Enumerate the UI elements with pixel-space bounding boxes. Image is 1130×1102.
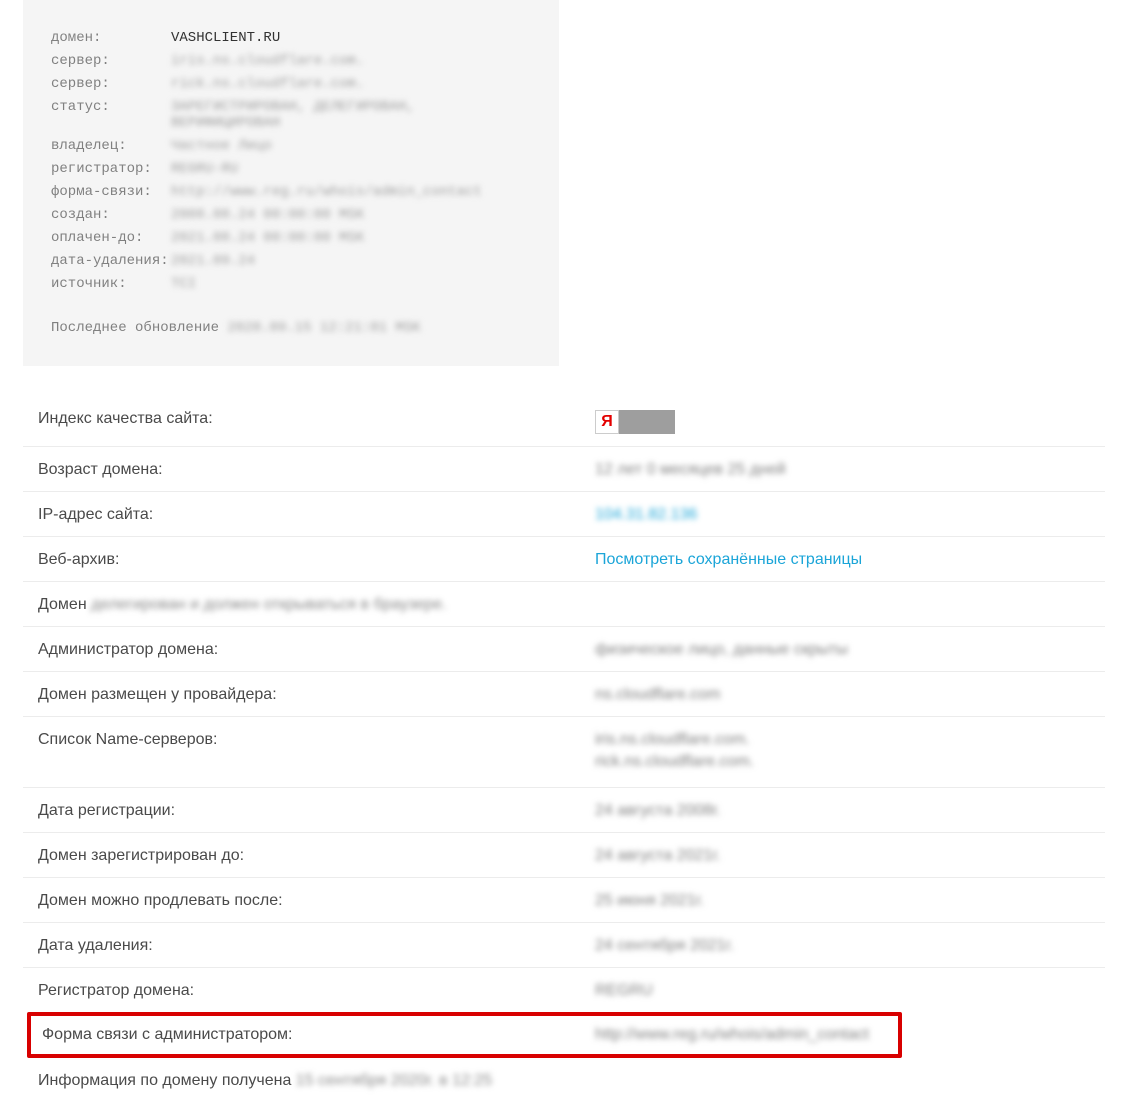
info-label: Администратор домена: [38, 641, 595, 659]
whois-box: домен: VASHCLIENT.RU сервер: iris.ns.clo… [23, 0, 559, 366]
info-value: ns.cloudflare.com [595, 686, 720, 704]
info-label: Дата регистрации: [38, 802, 595, 820]
whois-row-delete-date: дата-удаления: 2021.09.24 [51, 253, 531, 269]
info-value: физическое лицо, данные скрыты [595, 641, 848, 659]
whois-row-registrar: регистратор: REGRU-RU [51, 161, 531, 177]
obtained-prefix: Информация по домену получена [38, 1072, 291, 1089]
info-label: Информация по домену получена 15 сентябр… [38, 1072, 492, 1090]
info-row-ip: IP-адрес сайта: 104.31.82.136 [23, 492, 1105, 537]
info-value: 24 сентября 2021г. [595, 937, 734, 955]
info-value: REGRU [595, 982, 653, 1000]
whois-row-contact-form: форма-связи: http://www.reg.ru/whois/adm… [51, 184, 531, 200]
info-table: Индекс качества сайта: Я Возраст домена:… [23, 396, 1105, 1012]
info-value-ip[interactable]: 104.31.82.136 [595, 506, 697, 524]
whois-label: регистратор: [51, 161, 171, 177]
ns-value-1: iris.ns.cloudflare.com. [595, 731, 754, 749]
info-row-provider: Домен размещен у провайдера: ns.cloudfla… [23, 672, 1105, 717]
info-label: IP-адрес сайта: [38, 506, 595, 524]
whois-label: владелец: [51, 138, 171, 154]
whois-label: сервер: [51, 76, 171, 92]
info-table-footer: Информация по домену получена 15 сентябр… [23, 1058, 1105, 1102]
whois-footer: Последнее обновление 2020.09.15 12:21:01… [51, 320, 531, 336]
info-row-admin: Администратор домена: физическое лицо, д… [23, 627, 1105, 672]
whois-row-created: создан: 2008.08.24 00:00:00 MSK [51, 207, 531, 223]
whois-label: домен: [51, 30, 171, 46]
info-label: Веб-архив: [38, 551, 595, 569]
info-label: Форма связи с администратором: [42, 1026, 595, 1044]
info-row-delete: Дата удаления: 24 сентября 2021г. [23, 923, 1105, 968]
info-value: 25 июня 2021г. [595, 892, 704, 910]
whois-value: 2008.08.24 00:00:00 MSK [171, 207, 364, 223]
whois-value: Частное Лицо [171, 138, 272, 154]
whois-value: TCI [171, 276, 196, 292]
yandex-logo-icon: Я [595, 410, 619, 434]
yandex-bar-icon [619, 410, 675, 434]
info-row-age: Возраст домена: 12 лет 0 месяцев 25 дней [23, 447, 1105, 492]
whois-row-owner: владелец: Частное Лицо [51, 138, 531, 154]
info-value-quality: Я [595, 410, 675, 434]
whois-row-paid-till: оплачен-до: 2021.08.24 00:00:00 MSK [51, 230, 531, 246]
whois-label: статус: [51, 99, 171, 131]
web-archive-link[interactable]: Посмотреть сохранённые страницы [595, 551, 862, 569]
info-row-quality: Индекс качества сайта: Я [23, 396, 1105, 447]
info-value: 24 августа 2021г. [595, 847, 721, 865]
info-row-registrar: Регистратор домена: REGRU [23, 968, 1105, 1012]
whois-label: дата-удаления: [51, 253, 171, 269]
yandex-badge: Я [595, 410, 675, 434]
info-label: Домен зарегистрирован до: [38, 847, 595, 865]
info-row-renew-after: Домен можно продлевать после: 25 июня 20… [23, 878, 1105, 923]
info-label: Регистратор домена: [38, 982, 595, 1000]
info-row-reg-date: Дата регистрации: 24 августа 2008г. [23, 788, 1105, 833]
whois-label: форма-связи: [51, 184, 171, 200]
whois-value: iris.ns.cloudflare.com. [171, 53, 364, 69]
domain-status-suffix: делегирован и должен открываться в брауз… [91, 596, 446, 613]
info-row-archive: Веб-архив: Посмотреть сохранённые страни… [23, 537, 1105, 582]
whois-footer-value: 2020.09.15 12:21:01 MSK [227, 320, 420, 336]
info-label: Домен делегирован и должен открываться в… [38, 596, 447, 614]
whois-label: создан: [51, 207, 171, 223]
whois-row-source: источник: TCI [51, 276, 531, 292]
info-row-contact-highlighted: Форма связи с администратором: http://ww… [27, 1012, 902, 1058]
info-value: 24 августа 2008г. [595, 802, 721, 820]
whois-row-server2: сервер: rick.ns.cloudflare.com. [51, 76, 531, 92]
obtained-suffix: 15 сентября 2020г. в 12:25 [296, 1072, 492, 1089]
whois-row-domain: домен: VASHCLIENT.RU [51, 30, 531, 46]
info-value: 12 лет 0 месяцев 25 дней [595, 461, 786, 479]
domain-status-prefix: Домен [38, 596, 87, 613]
whois-value: ЗАРЕГИСТРИРОВАН, ДЕЛЕГИРОВАН, ВЕРИФИЦИРО… [171, 99, 531, 131]
info-row-obtained: Информация по домену получена 15 сентябр… [23, 1058, 1105, 1102]
info-label: Дата удаления: [38, 937, 595, 955]
info-value-ns: iris.ns.cloudflare.com. rick.ns.cloudfla… [595, 731, 754, 775]
whois-value: 2021.08.24 00:00:00 MSK [171, 230, 364, 246]
info-row-domain-status: Домен делегирован и должен открываться в… [23, 582, 1105, 627]
info-label: Домен можно продлевать после: [38, 892, 595, 910]
whois-value: 2021.09.24 [171, 253, 255, 269]
whois-footer-label: Последнее обновление [51, 320, 219, 336]
whois-label: оплачен-до: [51, 230, 171, 246]
whois-value: rick.ns.cloudflare.com. [171, 76, 364, 92]
info-label: Индекс качества сайта: [38, 410, 595, 428]
info-label: Список Name-серверов: [38, 731, 595, 749]
whois-label: источник: [51, 276, 171, 292]
info-value-contact: http://www.reg.ru/whois/admin_contact [595, 1026, 869, 1044]
whois-value: REGRU-RU [171, 161, 238, 177]
info-label: Возраст домена: [38, 461, 595, 479]
ns-value-2: rick.ns.cloudflare.com. [595, 753, 754, 771]
info-row-reg-until: Домен зарегистрирован до: 24 августа 202… [23, 833, 1105, 878]
whois-row-server1: сервер: iris.ns.cloudflare.com. [51, 53, 531, 69]
whois-label: сервер: [51, 53, 171, 69]
whois-row-status: статус: ЗАРЕГИСТРИРОВАН, ДЕЛЕГИРОВАН, ВЕ… [51, 99, 531, 131]
info-row-ns: Список Name-серверов: iris.ns.cloudflare… [23, 717, 1105, 788]
whois-value-domain: VASHCLIENT.RU [171, 30, 280, 46]
info-label: Домен размещен у провайдера: [38, 686, 595, 704]
whois-value: http://www.reg.ru/whois/admin_contact [171, 184, 482, 200]
